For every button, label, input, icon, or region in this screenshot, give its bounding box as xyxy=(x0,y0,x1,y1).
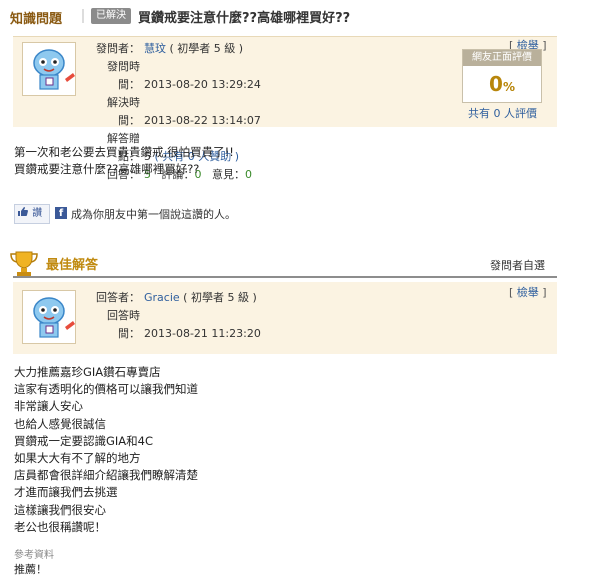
reference-text: 推薦！ xyxy=(14,563,47,576)
facebook-like-button[interactable]: 讚 xyxy=(14,204,50,224)
answer-body-line: 也給人感覺很誠信 xyxy=(14,416,106,431)
avatar-character-icon xyxy=(23,291,75,343)
resolved-time: 2013-08-22 13:14:07 xyxy=(144,114,261,127)
answered-time-row: 回答時間： 2013-08-21 11:23:20 xyxy=(88,307,261,343)
posted-label: 發問時間： xyxy=(107,60,140,91)
divider-icon xyxy=(82,9,84,23)
section-tag: 知識問題 xyxy=(10,12,63,27)
answered-label: 回答時間： xyxy=(107,309,140,340)
rating-percent: 0% xyxy=(489,72,515,96)
answer-body-line: 這家有透明化的價格可以讓我們知道 xyxy=(14,382,198,397)
answered-time: 2013-08-21 11:23:20 xyxy=(144,327,261,340)
avatar-character-icon xyxy=(23,43,75,95)
posted-time: 2013-08-20 13:29:24 xyxy=(144,78,261,91)
trophy-icon xyxy=(10,251,38,276)
like-label: 讚 xyxy=(32,208,43,219)
answer-meta: 回答者： Gracie ( 初學者 5 級 ) 回答時間： 2013-08-21 1… xyxy=(88,289,261,343)
asker-row: 發問者： 慧玟 ( 初學者 5 級 ) xyxy=(88,40,261,58)
question-body-line: 第一次和老公要去買貴貴鑽戒,很怕買貴了!! xyxy=(14,145,234,159)
answer-body-line: 才進而讓我們去挑選 xyxy=(14,485,118,500)
reference-label: 參考資料 xyxy=(14,550,54,561)
answerer-label: 回答者： xyxy=(96,291,140,304)
answer-body-line: 這樣讓我們很安心 xyxy=(14,502,106,517)
answer-report-link[interactable]: [ 檢舉 ] xyxy=(509,284,547,300)
question-title: 買鑽戒要注意什麼??高雄哪裡買好?? xyxy=(138,11,351,26)
answerer-avatar[interactable] xyxy=(22,290,76,344)
opinions-count: 0 xyxy=(245,168,252,181)
rating-count-link[interactable]: 共有 0 人評價 xyxy=(468,105,537,121)
answer-body-line: 如果大大有不了解的地方 xyxy=(14,451,141,466)
answerer-row: 回答者： Gracie ( 初學者 5 級 ) xyxy=(88,289,261,307)
answer-body: 大力推薦嘉珍GIA鑽石專賣店 這家有透明化的價格可以讓我們知道 非常讓人安心 也… xyxy=(14,364,198,536)
question-body: 第一次和老公要去買貴貴鑽戒,很怕買貴了!! 買鑽戒要注意什麼??高雄哪裡買好?? xyxy=(14,144,234,178)
rating-header: 網友正面評價 xyxy=(463,50,541,66)
answer-body-line: 店員都會很詳細介紹讓我們瞭解清楚 xyxy=(14,468,198,483)
question-header: 知識問題 已解決 買鑽戒要注意什麼??高雄哪裡買好?? xyxy=(0,0,560,34)
resolved-time-row: 解決時間： 2013-08-22 13:14:07 xyxy=(88,94,261,130)
answerer-name-link[interactable]: Gracie xyxy=(144,291,180,304)
selected-by-label: 發問者自選 xyxy=(490,259,545,272)
section-divider xyxy=(13,276,557,278)
status-badge: 已解決 xyxy=(91,8,131,24)
asker-level: ( 初學者 5 級 ) xyxy=(169,42,244,55)
answerer-level: ( 初學者 5 級 ) xyxy=(183,291,257,304)
thumbs-up-icon xyxy=(18,207,28,216)
rating-box: 網友正面評價 0% xyxy=(462,49,542,103)
posted-time-row: 發問時間： 2013-08-20 13:29:24 xyxy=(88,58,261,94)
answer-body-line: 非常讓人安心 xyxy=(14,399,83,414)
question-body-line: 買鑽戒要注意什麼??高雄哪裡買好?? xyxy=(14,162,200,176)
facebook-social-text: 成為你朋友中第一個說這讚的人。 xyxy=(71,208,236,221)
asker-label: 發問者： xyxy=(96,42,140,55)
asker-name-link[interactable]: 慧玟 xyxy=(144,42,166,55)
resolved-label: 解決時間： xyxy=(107,96,140,127)
answer-body-line: 老公也很稱讚呢！ xyxy=(14,519,106,534)
facebook-icon: f xyxy=(55,207,67,219)
asker-avatar[interactable] xyxy=(22,42,76,96)
best-answer-heading: 最佳解答 xyxy=(46,258,99,273)
answer-body-line: 買鑽戒一定要認識GIA和4C xyxy=(14,433,154,448)
answer-body-line: 大力推薦嘉珍GIA鑽石專賣店 xyxy=(14,365,161,379)
